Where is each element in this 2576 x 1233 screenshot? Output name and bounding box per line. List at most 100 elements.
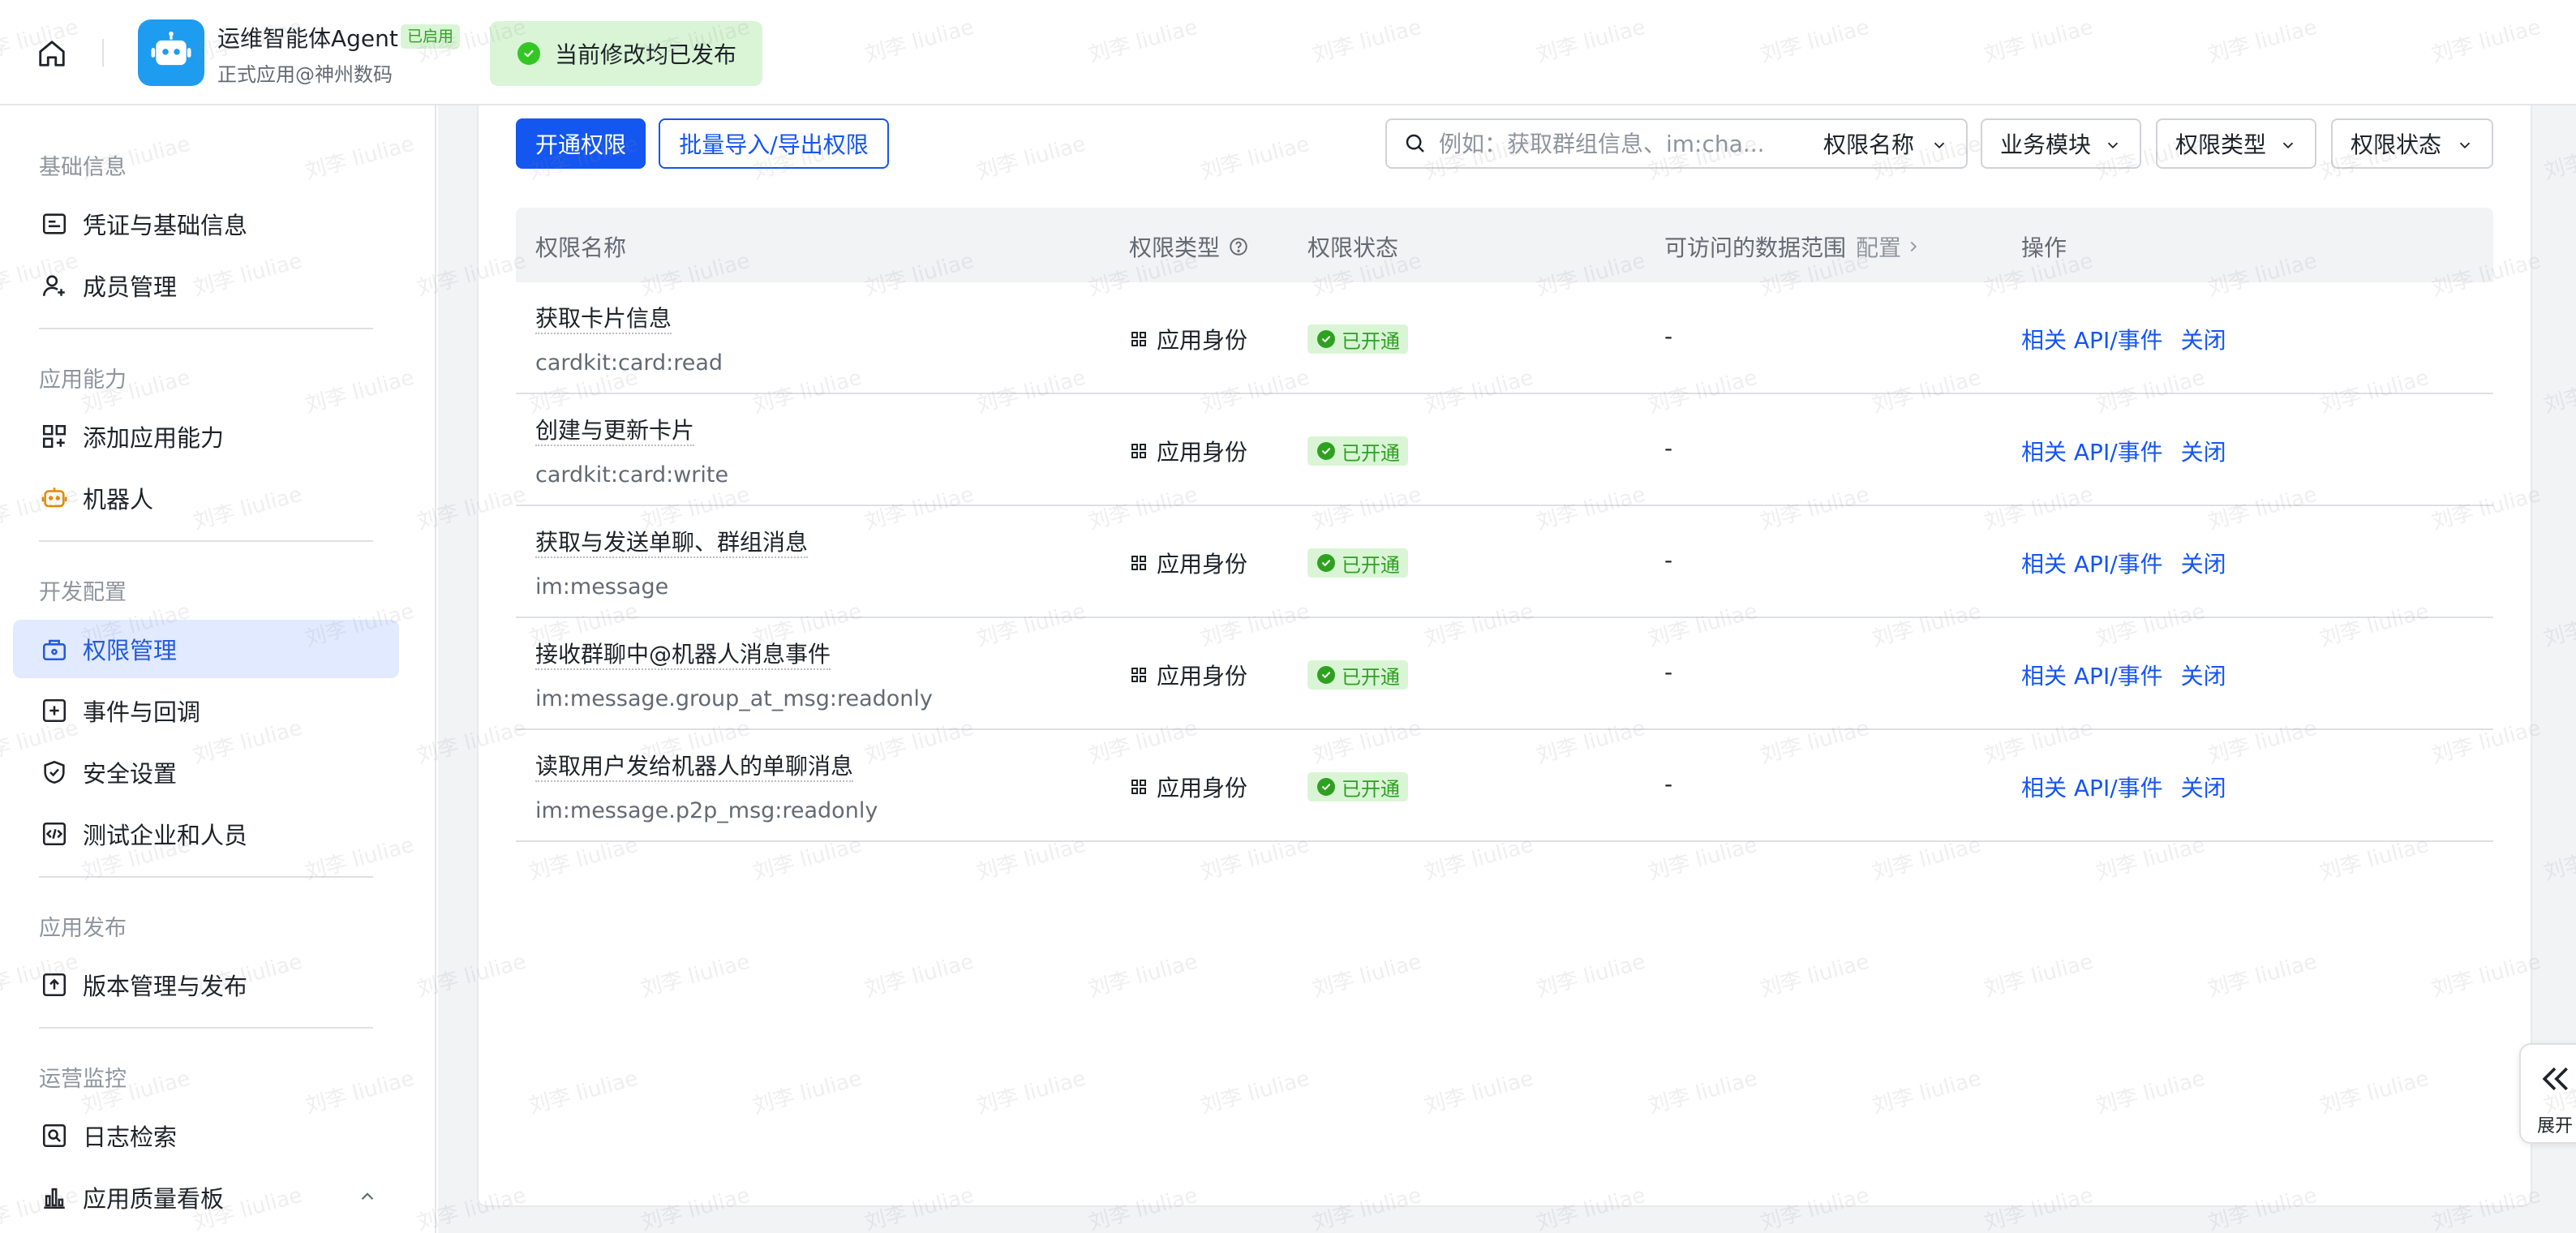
double-chevron-left-icon (2542, 1067, 2568, 1091)
permission-status-filter[interactable]: 权限状态 (2331, 118, 2493, 169)
search-box (1385, 118, 1807, 169)
status-text: 已开通 (1342, 329, 1400, 353)
sidebar-group-release: 应用发布 (39, 916, 127, 941)
sidebar-item-label: 应用质量看板 (83, 1185, 225, 1213)
header-ops-text: 操作 (2021, 234, 2067, 261)
permission-name[interactable]: 获取卡片信息 (535, 305, 672, 334)
chevron-down-icon (1934, 142, 1945, 149)
status-text: 已开通 (1342, 665, 1400, 689)
sidebar-item-versions[interactable]: 版本管理与发布 (13, 956, 399, 1014)
header-name: 权限名称 (535, 230, 626, 263)
header-ops: 操作 (2021, 230, 2067, 263)
permission-name[interactable]: 创建与更新卡片 (535, 417, 695, 446)
related-api-link[interactable]: 相关 API/事件 (2021, 439, 2163, 466)
sidebar-group-dev: 开发配置 (39, 580, 127, 605)
scope-config-link[interactable]: 配置 (1856, 230, 1901, 263)
sidebar-item-security[interactable]: 安全设置 (13, 743, 399, 801)
header-status: 权限状态 (1307, 230, 1398, 263)
sidebar-item-log-search[interactable]: 日志检索 (13, 1106, 399, 1165)
table-row: 接收群聊中@机器人消息事件 im:message.group_at_msg:re… (516, 618, 2493, 730)
permission-code: cardkit:card:write (535, 462, 729, 488)
permission-type-text: 应用身份 (1157, 551, 1248, 578)
sidebar-group-monitor: 运营监控 (39, 1067, 127, 1092)
status-text: 已开通 (1342, 553, 1400, 577)
status-badge: 已开通 (1307, 548, 1408, 578)
permission-code: im:message.group_at_msg:readonly (535, 686, 933, 711)
search-field-label: 权限名称 (1823, 131, 1915, 158)
table-row: 读取用户发给机器人的单聊消息 im:message.p2p_msg:readon… (516, 730, 2493, 842)
header-type-text: 权限类型 (1129, 234, 1221, 261)
sidebar-item-add-capability[interactable]: 添加应用能力 (13, 407, 399, 466)
data-scope: - (1664, 547, 1673, 574)
sidebar-item-credentials[interactable]: 凭证与基础信息 (13, 195, 399, 253)
close-permission-link[interactable]: 关闭 (2181, 663, 2226, 690)
permission-icon (39, 634, 70, 664)
related-api-link[interactable]: 相关 API/事件 (2021, 551, 2163, 578)
permission-type: 应用身份 (1129, 323, 1247, 355)
permission-type-text: 应用身份 (1157, 775, 1248, 801)
grid-icon (1129, 777, 1148, 797)
related-api-link[interactable]: 相关 API/事件 (2021, 775, 2163, 801)
filter-label: 权限类型 (2175, 131, 2267, 158)
permission-name[interactable]: 获取与发送单聊、群组消息 (535, 529, 809, 558)
data-scope: - (1664, 323, 1673, 350)
permission-type-filter[interactable]: 权限类型 (2156, 118, 2316, 169)
app-name: 运维智能体Agent (217, 25, 398, 52)
permission-type-text: 应用身份 (1157, 327, 1248, 354)
check-circle-icon (1317, 554, 1335, 572)
status-badge: 已开通 (1307, 324, 1408, 354)
table-row: 获取卡片信息 cardkit:card:read 应用身份 已开通 - 相关 A… (516, 282, 2493, 394)
sidebar-item-label: 测试企业和人员 (83, 822, 248, 849)
search-input[interactable] (1439, 130, 1796, 157)
chevron-up-icon[interactable] (357, 1186, 378, 1210)
sidebar-item-permissions[interactable]: 权限管理 (13, 620, 399, 678)
permission-name[interactable]: 接收群聊中@机器人消息事件 (535, 641, 831, 670)
sidebar-item-label: 安全设置 (83, 760, 178, 788)
filter-label: 权限状态 (2351, 131, 2442, 158)
expand-label: 展开 (2537, 1116, 2574, 1136)
sidebar-group-basic: 基础信息 (39, 155, 127, 180)
sidebar-item-label: 版本管理与发布 (83, 973, 248, 1000)
top-divider (102, 39, 104, 67)
permission-code: cardkit:card:read (535, 350, 723, 376)
help-icon[interactable] (1228, 236, 1249, 257)
permission-name[interactable]: 读取用户发给机器人的单聊消息 (535, 753, 854, 782)
check-circle-icon (1317, 442, 1335, 460)
upload-icon (39, 969, 70, 1000)
related-api-link[interactable]: 相关 API/事件 (2021, 327, 2163, 354)
close-permission-link[interactable]: 关闭 (2181, 327, 2226, 354)
close-permission-link[interactable]: 关闭 (2181, 775, 2226, 801)
sidebar-item-robot[interactable]: 机器人 (13, 469, 399, 527)
related-api-link[interactable]: 相关 API/事件 (2021, 663, 2163, 690)
sidebar: 基础信息 凭证与基础信息 成员管理 应用能力 添加应用能力 机器人 开发配置 权… (0, 105, 436, 1233)
business-module-filter[interactable]: 业务模块 (1981, 118, 2141, 169)
header-status-text: 权限状态 (1307, 234, 1399, 261)
sidebar-group-capability: 应用能力 (39, 367, 127, 393)
sidebar-item-events[interactable]: 事件与回调 (13, 681, 399, 740)
close-permission-link[interactable]: 关闭 (2181, 551, 2226, 578)
sidebar-item-test-org[interactable]: 测试企业和人员 (13, 805, 399, 863)
table-header: 权限名称 权限类型 权限状态 可访问的数据范围 配置 操作 (516, 208, 2493, 282)
batch-import-export-button[interactable]: 批量导入/导出权限 (659, 118, 889, 169)
row-actions: 相关 API/事件 关闭 (2021, 771, 2226, 803)
permission-type: 应用身份 (1129, 435, 1247, 467)
close-permission-link[interactable]: 关闭 (2181, 439, 2226, 466)
open-permission-button[interactable]: 开通权限 (516, 118, 646, 169)
grid-icon (1129, 553, 1148, 573)
grid-icon (1129, 665, 1148, 685)
sidebar-item-quality-board[interactable]: 应用质量看板 (13, 1168, 399, 1227)
expand-panel-tab[interactable]: 展开 (2519, 1043, 2576, 1144)
sidebar-item-label: 权限管理 (83, 637, 178, 664)
toast-text: 当前修改均已发布 (555, 41, 737, 68)
chevron-right-icon (1910, 241, 1917, 252)
app-status-badge: 已启用 (401, 24, 461, 49)
chevron-down-icon (2459, 142, 2471, 149)
permission-code: im:message.p2p_msg:readonly (535, 798, 878, 823)
permission-type-text: 应用身份 (1157, 663, 1248, 690)
sidebar-item-members[interactable]: 成员管理 (13, 256, 399, 315)
home-icon (39, 41, 65, 67)
header-type: 权限类型 (1129, 230, 1249, 263)
home-button[interactable] (29, 32, 75, 75)
robot-icon (39, 483, 70, 513)
search-field-select[interactable]: 权限名称 (1805, 118, 1968, 169)
